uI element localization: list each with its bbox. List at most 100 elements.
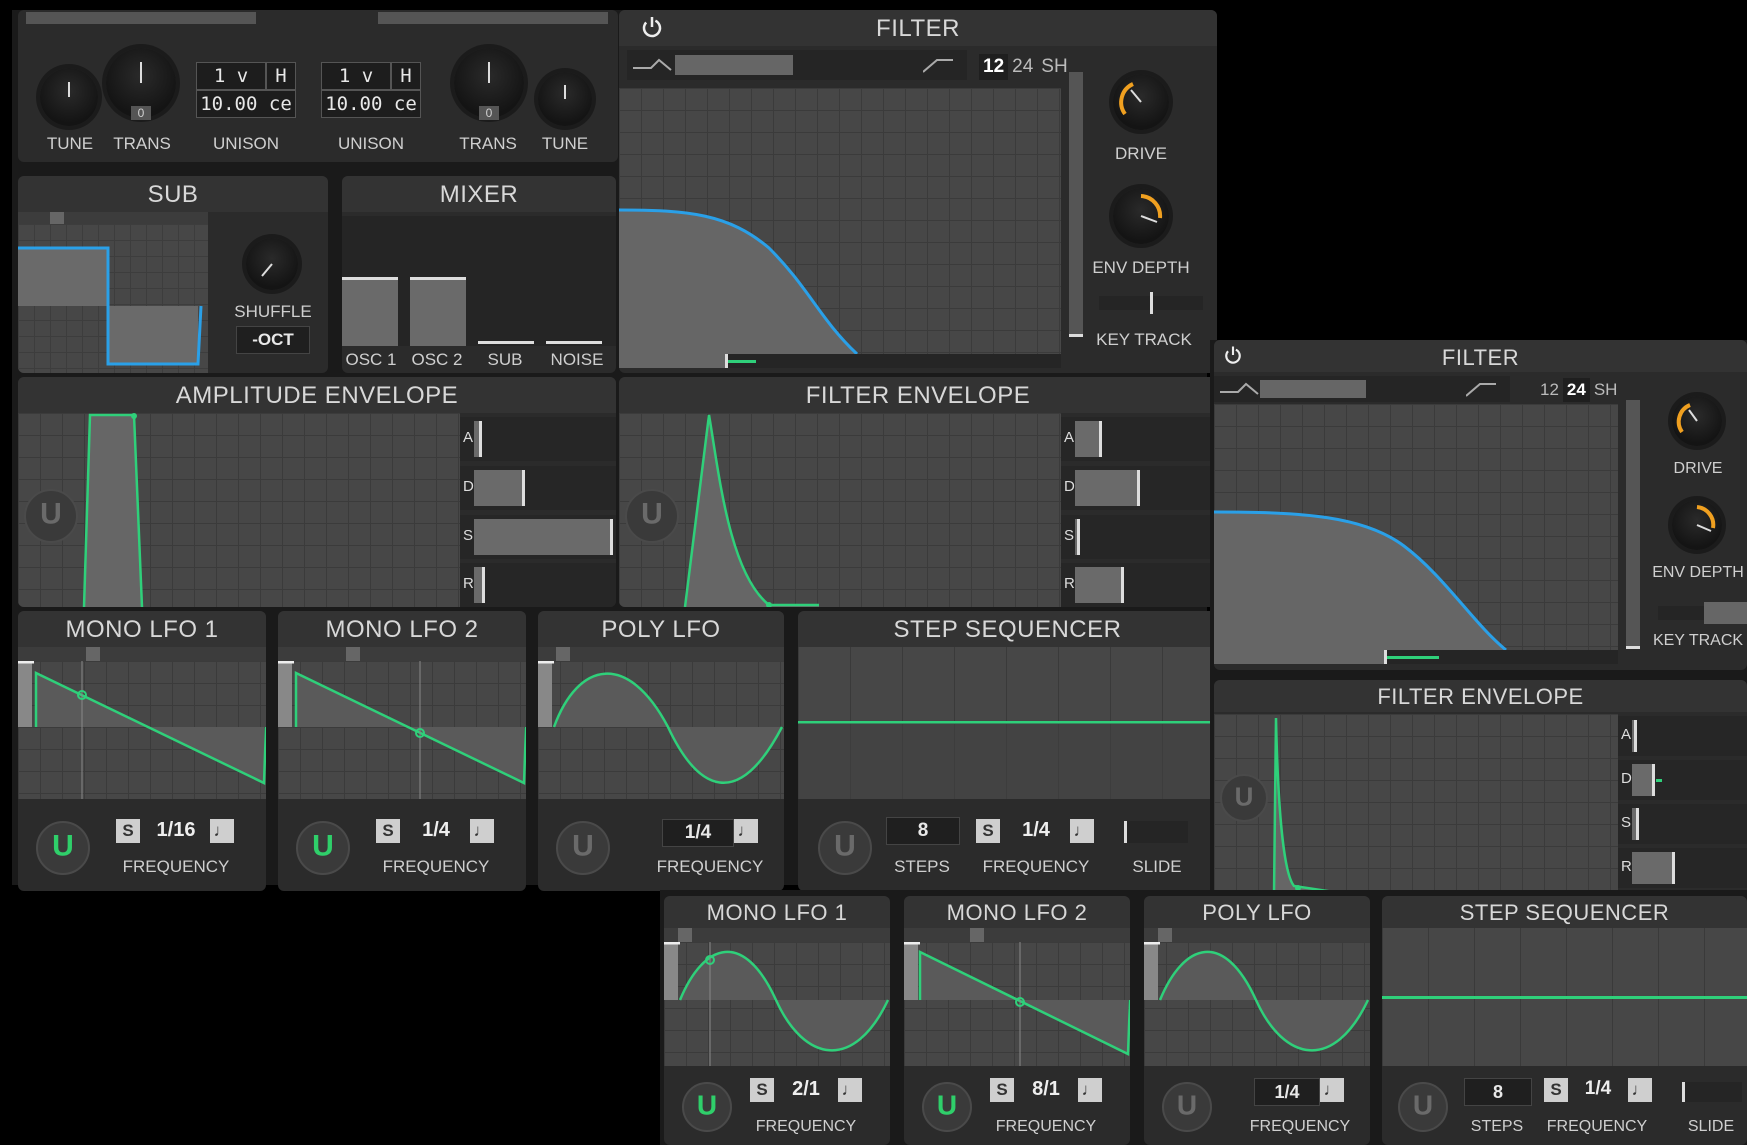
mono-lfo-1-sync-button-2[interactable]: S	[750, 1078, 774, 1102]
filter-2-tab-24[interactable]: 24	[1562, 378, 1590, 402]
filter-env-1-attack[interactable]: A	[1061, 417, 1217, 461]
mono-lfo-1-modulate-icon-2[interactable]: U	[682, 1082, 732, 1132]
filter-2-tab-sh[interactable]: SH	[1590, 378, 1622, 402]
lfo-phase-slider[interactable]	[18, 647, 266, 661]
mono-lfo-1-note-icon[interactable]: ♩	[210, 819, 234, 843]
tune-left-knob[interactable]	[40, 68, 98, 126]
mono-lfo-2-modulate-icon-2[interactable]: U	[922, 1082, 972, 1132]
filter-1-resonance-slider[interactable]	[1069, 72, 1083, 337]
mono-lfo-1-rate[interactable]: 1/16	[144, 819, 208, 842]
lfo-phase-slider[interactable]	[1144, 928, 1370, 942]
mono-lfo-1-sync-button[interactable]: S	[116, 819, 140, 843]
amp-adsr-sustain[interactable]: S	[460, 515, 616, 559]
filter-1-response[interactable]	[619, 88, 1061, 354]
mono-lfo-2-graph[interactable]	[278, 661, 526, 799]
step-sequencer-note-icon-2[interactable]: ♩	[1628, 1078, 1652, 1102]
step-sequencer-rate[interactable]: 1/4	[1004, 819, 1068, 842]
poly-lfo-graph[interactable]	[538, 661, 784, 799]
filter-envelope-2-graph[interactable]	[1214, 714, 1618, 895]
filter-env-1-modulate-icon[interactable]: U	[625, 489, 679, 543]
filter-1-cutoff-slider[interactable]	[619, 354, 1061, 368]
amp-envelope-graph[interactable]	[18, 413, 460, 607]
poly-lfo-rate-2[interactable]: 1/4	[1254, 1078, 1320, 1106]
sub-octave-selector[interactable]: -OCT	[236, 326, 310, 354]
amp-adsr-decay[interactable]: D	[460, 466, 616, 510]
step-sequencer-modulate-icon[interactable]: U	[818, 821, 872, 875]
poly-lfo-modulate-icon[interactable]: U	[556, 821, 610, 875]
filter-env-1-release[interactable]: R	[1061, 563, 1217, 607]
power-icon[interactable]	[639, 14, 665, 40]
filter-2-resonance-slider[interactable]	[1626, 400, 1640, 649]
mono-lfo-1-rate-2[interactable]: 2/1	[776, 1078, 836, 1101]
drive-knob-2[interactable]	[1672, 396, 1722, 446]
tune-right-knob[interactable]	[538, 72, 592, 126]
filter-1-type-slider[interactable]	[627, 50, 967, 80]
step-sequencer-slide-slider[interactable]	[1124, 821, 1188, 843]
step-sequencer-graph-2[interactable]	[1382, 928, 1747, 1066]
mono-lfo-1-modulate-icon[interactable]: U	[36, 821, 90, 875]
unison-right-detune[interactable]: 10.00 ce	[321, 90, 421, 118]
lfo-phase-slider[interactable]	[538, 647, 784, 661]
step-sequencer-slide-slider-2[interactable]	[1682, 1082, 1742, 1102]
step-sequencer-steps-2[interactable]: 8	[1464, 1078, 1532, 1106]
unison-right-voices[interactable]: 1 v	[321, 62, 391, 90]
power-icon[interactable]	[1222, 344, 1244, 366]
osc-wave-slider-right[interactable]	[378, 12, 608, 24]
filter-env-2-release[interactable]: R	[1618, 848, 1747, 888]
poly-lfo-graph-2[interactable]	[1144, 942, 1370, 1066]
mono-lfo-2-sync-button-2[interactable]: S	[990, 1078, 1014, 1102]
filter-1-tab-sh[interactable]: SH	[1037, 54, 1071, 80]
unison-left-voices[interactable]: 1 v	[196, 62, 266, 90]
filter-2-cutoff-slider[interactable]	[1214, 650, 1618, 664]
filter-env-2-sustain[interactable]: S	[1618, 804, 1747, 844]
step-sequencer-sync-button[interactable]: S	[976, 819, 1000, 843]
poly-lfo-note-icon[interactable]: ♩	[734, 819, 758, 843]
key-track-slider-1[interactable]	[1099, 292, 1203, 314]
mono-lfo-1-note-icon-2[interactable]: ♩	[838, 1078, 862, 1102]
env-depth-knob-2[interactable]	[1672, 500, 1722, 550]
filter-2-type-slider[interactable]	[1214, 376, 1510, 402]
step-sequencer-graph[interactable]	[798, 647, 1217, 799]
filter-2-response[interactable]	[1214, 404, 1618, 650]
amp-env-modulate-icon[interactable]: U	[24, 489, 78, 543]
filter-env-1-sustain[interactable]: S	[1061, 515, 1217, 559]
mono-lfo-1-graph[interactable]	[18, 661, 266, 799]
sub-wave-slider[interactable]	[18, 212, 208, 224]
poly-lfo-note-icon-2[interactable]: ♩	[1320, 1078, 1344, 1102]
osc-wave-slider-left[interactable]	[26, 12, 256, 24]
filter-env-2-decay[interactable]: D	[1618, 760, 1747, 800]
step-sequencer-modulate-icon-2[interactable]: U	[1398, 1082, 1448, 1132]
mono-lfo-1-graph-2[interactable]	[664, 942, 890, 1066]
filter-env-2-attack[interactable]: A	[1618, 716, 1747, 756]
filter-env-1-decay[interactable]: D	[1061, 466, 1217, 510]
mixer-fader-osc2[interactable]	[410, 277, 466, 346]
poly-lfo-rate[interactable]: 1/4	[662, 819, 734, 847]
lfo-phase-slider[interactable]	[904, 928, 1130, 942]
key-track-slider-2[interactable]	[1658, 602, 1747, 624]
drive-knob-1[interactable]	[1113, 74, 1169, 130]
mono-lfo-2-sync-button[interactable]: S	[376, 819, 400, 843]
step-sequencer-steps[interactable]: 8	[886, 817, 960, 845]
filter-2-tab-12[interactable]: 12	[1536, 378, 1563, 402]
mono-lfo-2-note-icon-2[interactable]: ♩	[1078, 1078, 1102, 1102]
step-sequencer-note-icon[interactable]: ♩	[1070, 819, 1094, 843]
mono-lfo-2-rate-2[interactable]: 8/1	[1016, 1078, 1076, 1101]
amp-adsr-release[interactable]: R	[460, 563, 616, 607]
filter-env-2-modulate-icon[interactable]: U	[1220, 774, 1268, 822]
lfo-phase-slider[interactable]	[664, 928, 890, 942]
filter-envelope-1-graph[interactable]	[619, 413, 1061, 607]
mono-lfo-2-note-icon[interactable]: ♩	[470, 819, 494, 843]
unison-left-detune[interactable]: 10.00 ce	[196, 90, 296, 118]
filter-1-tab-24[interactable]: 24	[1008, 54, 1037, 80]
env-depth-knob-1[interactable]	[1113, 188, 1169, 244]
filter-1-tab-12[interactable]: 12	[979, 54, 1009, 80]
amp-adsr-attack[interactable]: A	[460, 417, 616, 461]
shuffle-knob[interactable]	[246, 238, 298, 290]
mono-lfo-2-rate[interactable]: 1/4	[404, 819, 468, 842]
unison-left-h[interactable]: H	[266, 62, 296, 90]
mixer-fader-sub[interactable]	[478, 341, 534, 346]
unison-right-h[interactable]: H	[391, 62, 421, 90]
step-sequencer-rate-2[interactable]: 1/4	[1570, 1078, 1626, 1100]
mono-lfo-2-modulate-icon[interactable]: U	[296, 821, 350, 875]
mono-lfo-2-graph-2[interactable]	[904, 942, 1130, 1066]
